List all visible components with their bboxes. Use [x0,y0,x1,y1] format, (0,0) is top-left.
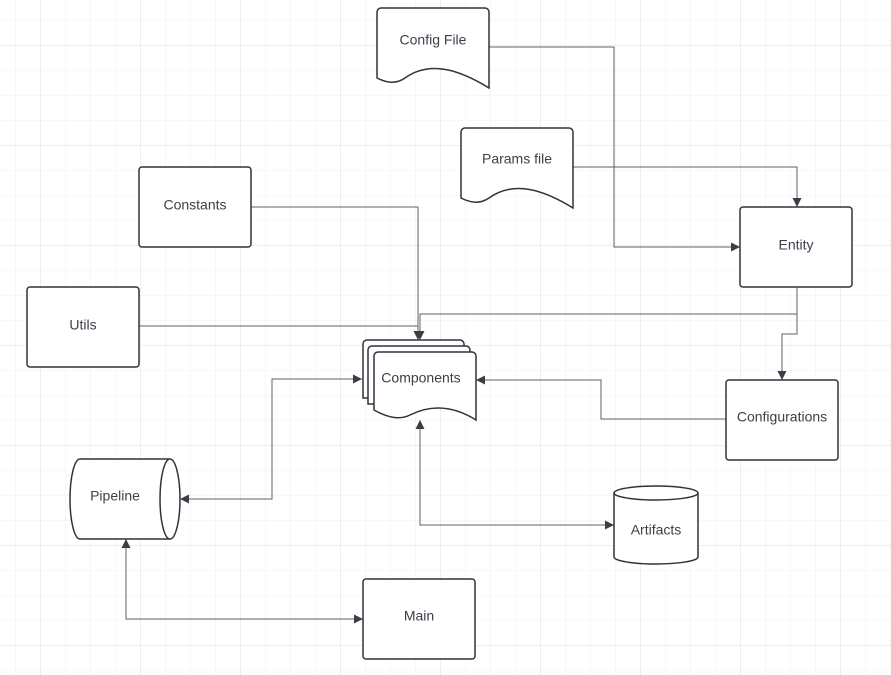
node-pipeline[interactable]: Pipeline [69,458,181,540]
node-label: Entity [778,237,813,253]
node-label: Main [404,608,434,624]
node-label: Artifacts [631,522,682,538]
node-artifacts[interactable]: Artifacts [613,485,699,565]
node-utils[interactable]: Utils [26,286,140,368]
node-label: Config File [400,32,467,48]
node-label: Params file [482,151,552,167]
node-main[interactable]: Main [362,578,476,660]
node-label: Components [381,370,460,386]
node-components[interactable]: Components [362,339,477,422]
node-label: Utils [69,317,96,333]
diagram-canvas: Config File Params file Constants Utils … [0,0,891,675]
node-entity[interactable]: Entity [739,206,853,288]
node-configurations[interactable]: Configurations [725,379,839,461]
node-label: Configurations [737,409,827,425]
node-label: Constants [163,197,226,213]
node-label: Pipeline [90,488,140,504]
node-constants[interactable]: Constants [138,166,252,248]
